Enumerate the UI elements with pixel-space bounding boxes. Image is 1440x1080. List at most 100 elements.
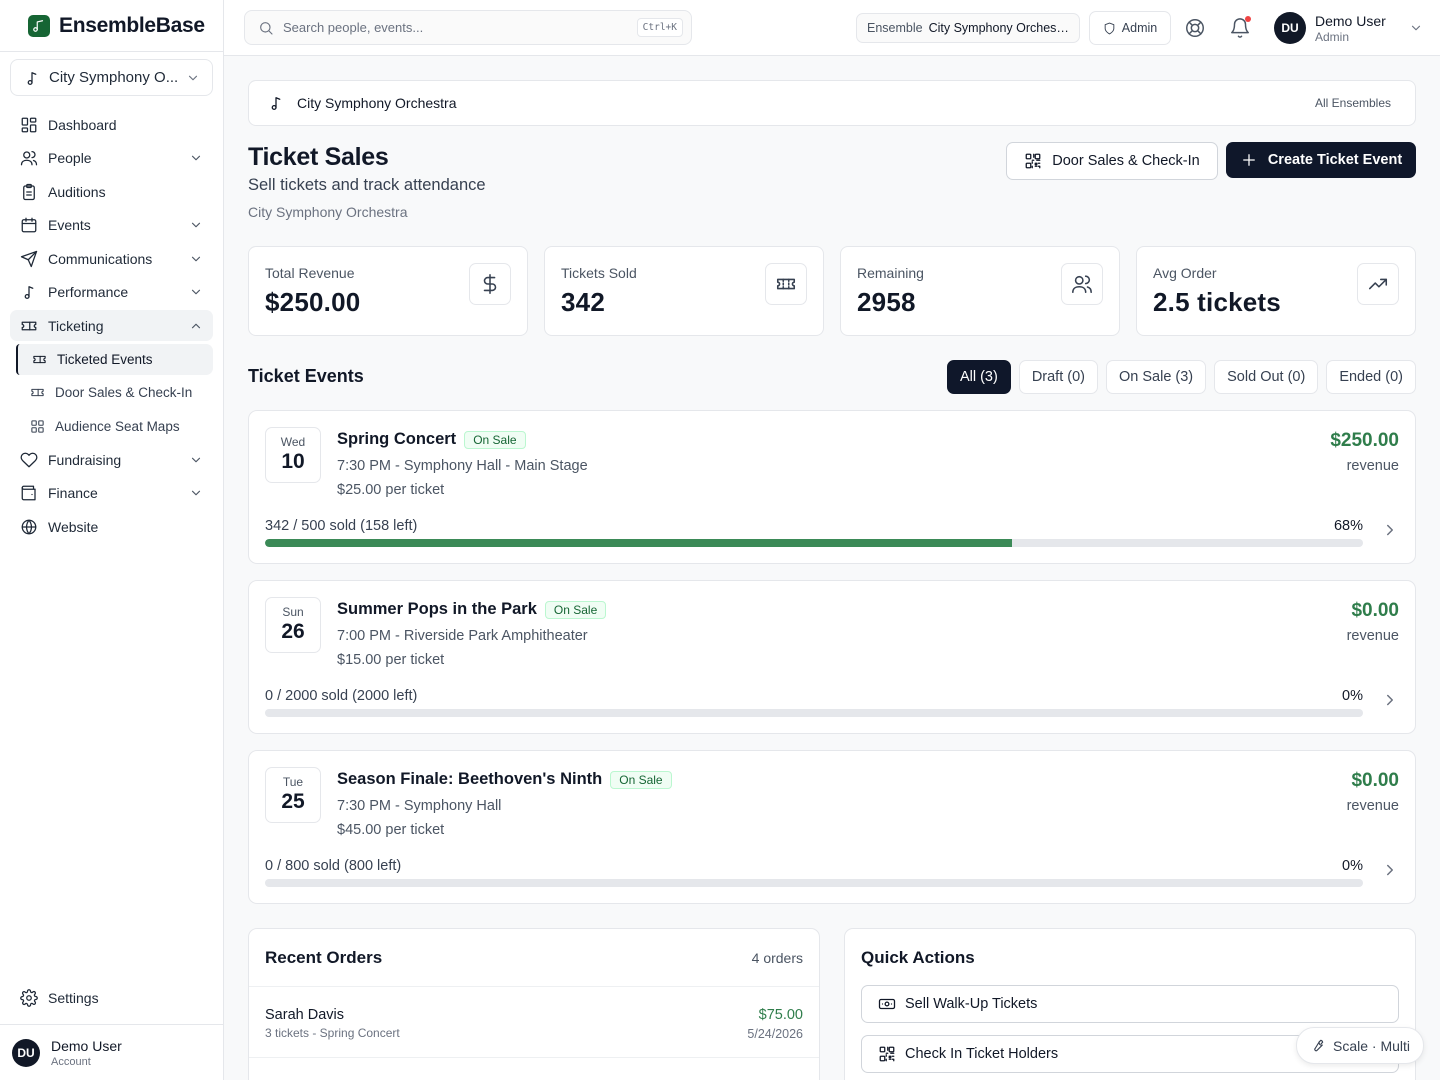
- globe-icon: [20, 518, 38, 536]
- help-lifebuoy-icon[interactable]: [1184, 17, 1206, 39]
- recent-orders-title: Recent Orders: [265, 948, 383, 967]
- shield-icon: [1103, 22, 1116, 35]
- music-note-logo-icon: [28, 14, 50, 37]
- event-title: Season Finale: Beethoven's Ninth On Sale: [337, 770, 672, 789]
- sidebar-item-finance[interactable]: Finance: [10, 478, 213, 509]
- filter-sold-out[interactable]: Sold Out (0): [1214, 360, 1319, 394]
- recent-orders-panel: Recent Orders 4 orders Sarah Davis 3 tic…: [248, 928, 820, 1080]
- heart-icon: [20, 451, 38, 469]
- event-sold-percent: 68%: [1333, 518, 1363, 534]
- event-revenue-label: revenue: [1346, 458, 1399, 474]
- wallet-icon: [20, 484, 38, 502]
- sell-walk-up-tickets-button[interactable]: Sell Walk-Up Tickets: [861, 985, 1399, 1023]
- sidebar-item-label: Auditions: [48, 183, 106, 200]
- event-card[interactable]: Sun 26 Summer Pops in the Park On Sale 7…: [248, 580, 1416, 734]
- brand[interactable]: EnsembleBase: [0, 0, 223, 52]
- sidebar-item-label: Fundraising: [48, 451, 122, 468]
- search-bar[interactable]: Ctrl+K: [244, 10, 692, 45]
- user-name: Demo User: [1315, 12, 1386, 29]
- chevron-right-icon[interactable]: [1381, 691, 1399, 709]
- chevron-down-icon: [1409, 21, 1423, 35]
- gear-icon: [20, 988, 38, 1007]
- progress-bar: [265, 879, 1363, 887]
- sidebar-item-auditions[interactable]: Auditions: [10, 176, 213, 207]
- sidebar-item-label: Website: [48, 518, 99, 535]
- event-date: Tue 25: [265, 767, 321, 823]
- ensemble-switcher-value: City Symphony Orchestra: [928, 21, 1069, 35]
- breadcrumb-title: City Symphony Orchestra: [297, 95, 457, 111]
- chevron-down-icon: [189, 285, 203, 299]
- scale-mode-badge[interactable]: Scale · Multi: [1296, 1027, 1424, 1064]
- wrench-icon: [1310, 1038, 1325, 1053]
- ensemble-selector[interactable]: City Symphony O...: [10, 59, 213, 96]
- event-revenue-label: revenue: [1346, 798, 1399, 814]
- admin-button[interactable]: Admin: [1089, 11, 1171, 45]
- all-ensembles-link[interactable]: All Ensembles: [1315, 96, 1391, 110]
- door-sales-button[interactable]: Door Sales & Check-In: [1006, 142, 1218, 180]
- event-sold-percent: 0%: [1342, 858, 1363, 874]
- event-meta: 7:00 PM - Riverside Park Amphitheater: [337, 628, 588, 644]
- progress-bar: [265, 539, 1363, 547]
- sidebar-item-door-sales[interactable]: Door Sales & Check-In: [16, 377, 213, 408]
- avatar: DU: [12, 1038, 40, 1067]
- sidebar-item-communications[interactable]: Communications: [10, 243, 213, 274]
- filter-draft[interactable]: Draft (0): [1018, 360, 1098, 394]
- keyboard-shortcut: Ctrl+K: [636, 18, 683, 37]
- sidebar-item-performance[interactable]: Performance: [10, 277, 213, 308]
- order-customer: Sarah Davis: [265, 1007, 344, 1023]
- clipboard-icon: [20, 183, 38, 201]
- event-card[interactable]: Tue 25 Season Finale: Beethoven's Ninth …: [248, 750, 1416, 904]
- sidebar-item-ticketing[interactable]: Ticketing: [10, 310, 213, 341]
- banknote-icon: [878, 995, 896, 1013]
- event-price: $15.00 per ticket: [337, 652, 445, 668]
- dollar-icon: [469, 263, 511, 305]
- sidebar-item-seat-maps[interactable]: Audience Seat Maps: [16, 411, 213, 442]
- bell-icon[interactable]: [1229, 16, 1251, 39]
- sidebar-item-label: Events: [48, 217, 91, 233]
- grid-icon: [20, 116, 38, 134]
- ticket-icon: [20, 317, 38, 335]
- quick-action-label: Check In Ticket Holders: [905, 1046, 1059, 1062]
- chevron-down-icon: [189, 453, 203, 467]
- ensemble-switcher[interactable]: Ensemble City Symphony Orchestra: [856, 13, 1080, 43]
- ensemble-switcher-label: Ensemble: [867, 21, 923, 35]
- chevron-up-icon: [189, 319, 203, 333]
- sidebar-item-label: Audience Seat Maps: [55, 418, 180, 434]
- grid-icon: [30, 419, 45, 434]
- sidebar-user-account[interactable]: DU Demo User Account: [0, 1024, 223, 1080]
- sidebar-item-label: Ticketed Events: [57, 351, 153, 367]
- sidebar-item-events[interactable]: Events: [10, 210, 213, 241]
- status-badge: On Sale: [544, 600, 607, 619]
- admin-label: Admin: [1121, 21, 1158, 35]
- sidebar-item-ticketed-events[interactable]: Ticketed Events: [16, 343, 213, 375]
- filter-ended[interactable]: Ended (0): [1326, 360, 1416, 394]
- event-status-filters: All (3) Draft (0) On Sale (3) Sold Out (…: [946, 360, 1416, 394]
- event-sold-count: 0 / 800 sold (800 left): [265, 858, 402, 874]
- event-price: $45.00 per ticket: [337, 822, 445, 838]
- user-menu[interactable]: DU Demo User Admin: [1274, 12, 1423, 44]
- sidebar-item-fundraising[interactable]: Fundraising: [10, 444, 213, 475]
- create-ticket-event-button[interactable]: Create Ticket Event: [1226, 142, 1416, 178]
- plus-icon: [1240, 151, 1258, 169]
- chevron-right-icon[interactable]: [1381, 861, 1399, 879]
- filter-on-sale[interactable]: On Sale (3): [1105, 360, 1207, 394]
- sidebar-item-people[interactable]: People: [10, 143, 213, 174]
- page-ensemble: City Symphony Orchestra: [248, 204, 408, 220]
- sidebar-item-dashboard[interactable]: Dashboard: [10, 109, 213, 140]
- event-revenue: $0.00: [1351, 600, 1399, 621]
- chevron-right-icon[interactable]: [1381, 521, 1399, 539]
- order-row[interactable]: Sarah Davis 3 tickets - Spring Concert $…: [249, 986, 819, 1058]
- sidebar-item-settings[interactable]: Settings: [10, 982, 213, 1013]
- event-day: 25: [281, 790, 305, 813]
- sidebar-item-label: Ticketing: [48, 317, 104, 334]
- music-note-icon: [267, 94, 285, 112]
- event-card[interactable]: Wed 10 Spring Concert On Sale 7:30 PM - …: [248, 410, 1416, 564]
- music-note-icon: [23, 69, 41, 87]
- filter-all[interactable]: All (3): [946, 360, 1011, 394]
- search-icon: [258, 20, 274, 36]
- event-date: Wed 10: [265, 427, 321, 483]
- sidebar-item-website[interactable]: Website: [10, 511, 213, 542]
- avatar: DU: [1274, 12, 1306, 44]
- order-amount: $75.00: [758, 1007, 803, 1023]
- search-input[interactable]: [283, 20, 628, 35]
